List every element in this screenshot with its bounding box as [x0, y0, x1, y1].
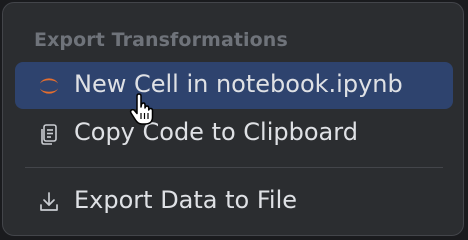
menu-header: Export Transformations	[34, 29, 288, 51]
jupyter-icon	[37, 74, 61, 98]
menu-item-new-cell[interactable]: New Cell in notebook.ipynb	[15, 62, 453, 109]
menu-item-label: Copy Code to Clipboard	[74, 118, 358, 146]
menu-item-copy-code[interactable]: Copy Code to Clipboard	[15, 110, 453, 157]
menu-item-label: Export Data to File	[74, 186, 298, 214]
copy-icon	[37, 122, 61, 146]
menu-item-label: New Cell in notebook.ipynb	[74, 70, 403, 98]
menu-separator	[25, 167, 443, 168]
export-transformations-menu: Export Transformations New Cell in noteb…	[2, 2, 464, 236]
download-icon	[37, 190, 61, 214]
menu-item-export-data[interactable]: Export Data to File	[15, 178, 453, 225]
hand-pointer-cursor-icon	[128, 93, 158, 127]
